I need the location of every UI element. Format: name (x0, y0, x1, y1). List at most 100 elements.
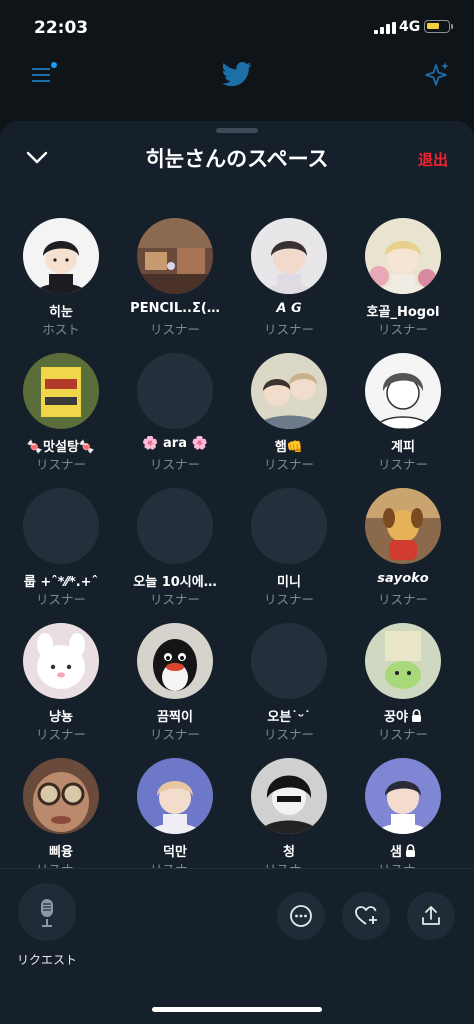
participant-role: リスナー (377, 457, 428, 472)
avatar[interactable] (365, 353, 441, 429)
participant-card[interactable]: 냥뇽 リスナー (4, 623, 118, 753)
sparkle-icon[interactable] (424, 61, 450, 89)
twitter-bird-icon (222, 62, 252, 87)
participant-name: 샘 (346, 841, 460, 860)
avatar[interactable] (251, 758, 327, 834)
avatar[interactable] (251, 623, 327, 699)
participant-card[interactable]: 끔찍이 リスナー (118, 623, 232, 753)
participant-card[interactable]: 꿍야 リスナー (346, 623, 460, 753)
participant-name-text: PENCIL..Σ(… (130, 301, 220, 316)
avatar[interactable] (251, 218, 327, 294)
avatar[interactable] (137, 353, 213, 429)
participant-name-text: 청 (283, 845, 295, 860)
participant-name: 🌸 ara 🌸 (118, 436, 232, 451)
participant-grid: 히눈 ホスト PENCIL..Σ(… リスナー 𝘼 𝙂 リスナー 호골_Hogo… (0, 218, 474, 868)
participant-card[interactable]: 🌸 ara 🌸 リスナー (118, 353, 232, 483)
participant-name-text: 히눈 (49, 305, 73, 320)
avatar[interactable] (23, 218, 99, 294)
participant-card[interactable]: 덕만リスナー (118, 758, 232, 868)
participant-role: ホスト (42, 322, 80, 337)
participant-card[interactable]: PENCIL..Σ(… リスナー (118, 218, 232, 348)
request-mic-button[interactable] (18, 883, 76, 941)
avatar[interactable] (251, 353, 327, 429)
participant-name: 히눈 (4, 301, 118, 320)
participant-name-text: 호골_Hogol (366, 305, 440, 320)
participant-name-text: 🍬맛설탕🍬 (26, 440, 96, 455)
sheet-grabber[interactable] (216, 128, 258, 133)
avatar[interactable] (365, 758, 441, 834)
participant-name: 오븐˙ᵕ˙ (232, 706, 346, 725)
participant-role: リスナー (263, 322, 314, 337)
avatar[interactable] (137, 758, 213, 834)
share-button[interactable] (407, 892, 455, 940)
avatar[interactable] (23, 488, 99, 564)
avatar[interactable] (137, 623, 213, 699)
participant-role: リスナー (35, 727, 86, 742)
participant-card[interactable]: 삐융リスナー (4, 758, 118, 868)
participant-role: リスナー (149, 457, 200, 472)
participant-role: リスナー (263, 592, 314, 607)
participant-card[interactable]: 𝙨𝙖𝙮𝙤𝙠𝙤 リスナー (346, 488, 460, 618)
microphone-icon (41, 899, 53, 927)
more-button[interactable] (277, 892, 325, 940)
participant-role: リスナー (118, 859, 232, 868)
avatar[interactable] (251, 488, 327, 564)
background-header (0, 56, 474, 106)
participant-card[interactable]: 룹 +ˆ*⁄⁄*.+ˆ リスナー (4, 488, 118, 618)
participant-role: リスナー (35, 592, 86, 607)
home-indicator (152, 1007, 322, 1012)
avatar[interactable] (365, 488, 441, 564)
lock-icon (405, 844, 415, 857)
participant-card[interactable]: 오늘 10시에… リスナー (118, 488, 232, 618)
avatar[interactable] (137, 488, 213, 564)
participant-card[interactable]: 🍬맛설탕🍬 リスナー (4, 353, 118, 483)
participant-name-text: 𝘼 𝙂 (276, 301, 302, 316)
avatar[interactable] (365, 623, 441, 699)
react-button[interactable] (342, 892, 390, 940)
avatar[interactable] (23, 758, 99, 834)
participant-role: リスナー (4, 859, 118, 868)
participant-name: 오늘 10시에… (118, 571, 232, 590)
exit-button[interactable]: 退出 (418, 149, 448, 170)
participant-role: リスナー (377, 592, 428, 607)
participant-name-text: 룹 +ˆ*⁄⁄*.+ˆ (23, 575, 99, 590)
participant-name-text: 오븐˙ᵕ˙ (267, 710, 311, 725)
participant-role: リスナー (346, 859, 460, 868)
participant-name: 계피 (346, 436, 460, 455)
participant-name: 냥뇽 (4, 706, 118, 725)
participant-name-text: 🌸 ara 🌸 (142, 436, 208, 451)
participant-name-text: 미니 (277, 575, 301, 590)
participant-name: PENCIL..Σ(… (118, 301, 232, 316)
more-icon (290, 905, 312, 927)
participant-name: 햄👊 (232, 436, 346, 455)
signal-icon (374, 22, 396, 34)
participant-card[interactable]: 샘 リスナー (346, 758, 460, 868)
participant-role: リスナー (35, 457, 86, 472)
avatar[interactable] (23, 623, 99, 699)
participant-role: リスナー (263, 727, 314, 742)
menu-icon[interactable] (32, 62, 57, 84)
participant-role: リスナー (149, 592, 200, 607)
avatar[interactable] (365, 218, 441, 294)
lock-icon (411, 709, 421, 722)
status-bar: 22:03 4G (0, 0, 474, 56)
space-sheet: 히눈さんのスペース 退出 히눈 ホスト PENCIL..Σ(… リスナー 𝘼 𝙂… (0, 121, 474, 1024)
participant-card[interactable]: 𝘼 𝙂 リスナー (232, 218, 346, 348)
participant-card[interactable]: 미니 リスナー (232, 488, 346, 618)
status-time: 22:03 (34, 18, 89, 38)
avatar[interactable] (23, 353, 99, 429)
network-type: 4G (399, 19, 421, 35)
avatar[interactable] (137, 218, 213, 294)
participant-card[interactable]: 청リスナー (232, 758, 346, 868)
participant-name: 끔찍이 (118, 706, 232, 725)
participant-name: 𝘼 𝙂 (232, 301, 346, 316)
participant-card[interactable]: 호골_Hogol リスナー (346, 218, 460, 348)
participant-card[interactable]: 히눈 ホスト (4, 218, 118, 348)
request-label: リクエスト (16, 953, 77, 967)
participant-card[interactable]: 오븐˙ᵕ˙ リスナー (232, 623, 346, 753)
participant-card[interactable]: 햄👊 リスナー (232, 353, 346, 483)
participant-name-text: 계피 (391, 440, 415, 455)
participant-name: 룹 +ˆ*⁄⁄*.+ˆ (4, 571, 118, 590)
participant-name-text: 덕만 (163, 845, 187, 860)
participant-card[interactable]: 계피 リスナー (346, 353, 460, 483)
